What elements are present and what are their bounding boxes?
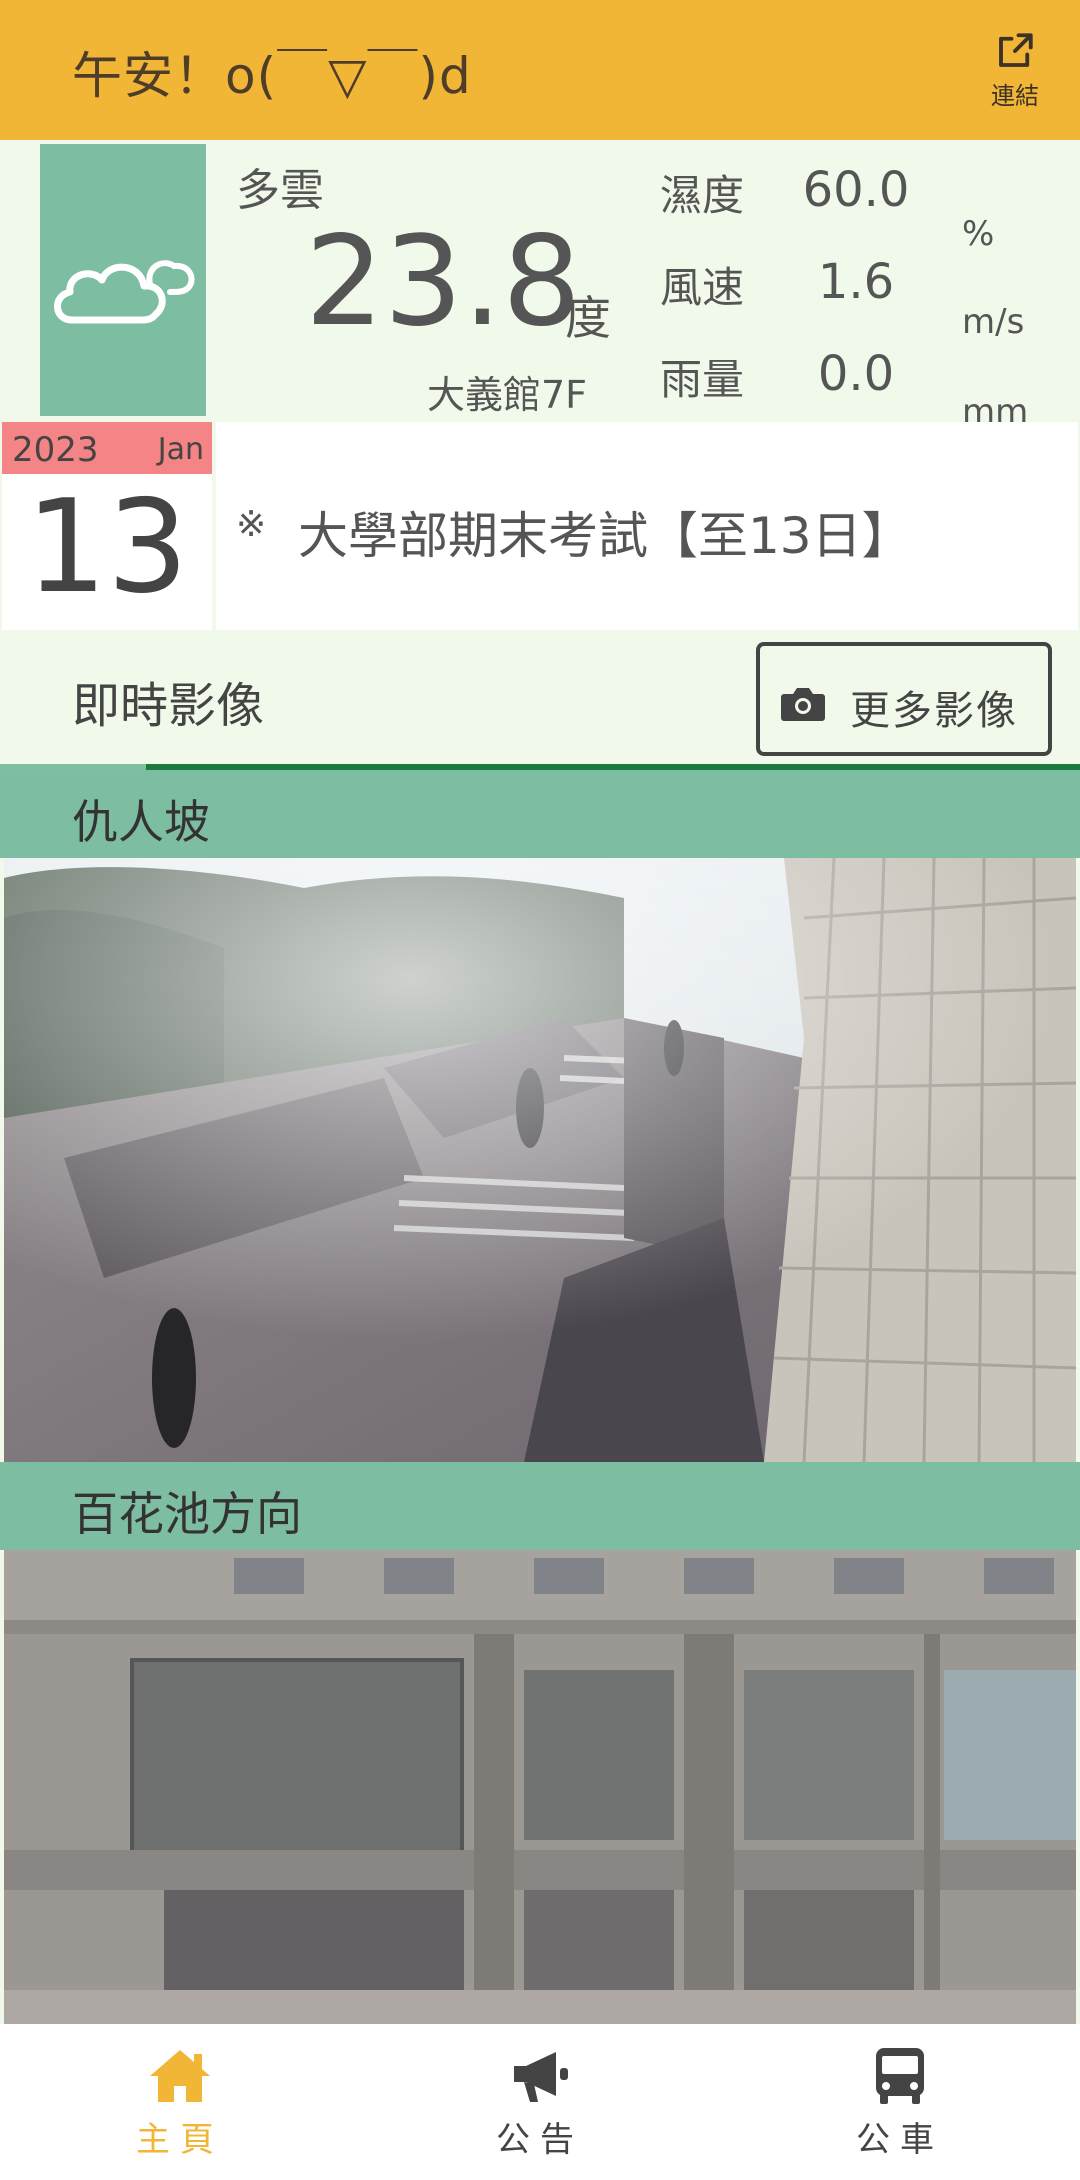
rain-label: 雨量 [660, 355, 745, 404]
campus-slope-photo [4, 858, 1076, 1462]
station-name: 大義館7F [427, 373, 588, 417]
camera-image-1[interactable] [4, 858, 1076, 1462]
date-strip: 2023 Jan [2, 422, 212, 474]
external-link-label: 連結 [991, 82, 1039, 110]
nav-home[interactable]: 主頁 [80, 2046, 280, 2161]
humidity-unit: % [962, 214, 995, 254]
notice-mark: ※ [236, 504, 267, 545]
home-icon [150, 2050, 210, 2102]
wind-row: 風速 1.6 m/s [660, 254, 1060, 342]
camera-image-2[interactable] [4, 1550, 1076, 2024]
more-images-label: 更多影像 [850, 688, 1018, 734]
rain-row: 雨量 0.0 mm [660, 346, 1060, 432]
bottom-navigation: 主頁 公告 公車 [0, 2024, 1080, 2180]
greeting-text: 午安！o(￣▽￣)d [72, 47, 472, 105]
app-header: 午安！o(￣▽￣)d 連結 [0, 0, 1080, 140]
notice-card[interactable]: ※ 大學部期末考試【至13日】 [216, 422, 1078, 630]
date-day: 13 [25, 473, 189, 622]
nav-bus[interactable]: 公車 [800, 2046, 1000, 2161]
cloud-icon [54, 260, 195, 324]
humidity-value: 60.0 [802, 162, 910, 218]
date-month: Jan [157, 432, 204, 467]
external-link-icon [999, 33, 1033, 67]
rain-value: 0.0 [817, 346, 895, 402]
humidity-label: 濕度 [660, 171, 745, 220]
live-images-title: 即時影像 [72, 678, 265, 734]
nav-announcements[interactable]: 公告 [440, 2046, 640, 2161]
temperature-value: 23.8 [305, 210, 582, 354]
bus-icon [876, 2048, 924, 2104]
app-root: 午安！o(￣▽￣)d 連結 多雲 23.8 度 大義館7F 濕度 60.0 % … [0, 0, 1080, 2180]
wind-value: 1.6 [817, 254, 895, 310]
date-card: 2023 Jan 13 [2, 422, 212, 630]
nav-bus-label: 公車 [856, 2120, 944, 2160]
megaphone-icon [514, 2052, 568, 2102]
humidity-row: 濕度 60.0 % [660, 162, 1060, 254]
more-images-button[interactable]: 更多影像 [756, 642, 1052, 756]
weather-condition: 多雲 [236, 165, 324, 216]
camera-title-bar-2: 百花池方向 [0, 1462, 1080, 1550]
wind-label: 風速 [660, 263, 745, 312]
live-images-header: 即時影像 更多影像 [0, 630, 1080, 764]
camera-title: 百花池方向 [72, 1487, 302, 1541]
building-entrance-photo [4, 1550, 1076, 2024]
temperature-unit: 度 [565, 291, 611, 345]
notice-text: 大學部期末考試【至13日】 [298, 507, 912, 565]
external-link-button[interactable]: 連結 [980, 30, 1050, 115]
date-year: 2023 [12, 430, 99, 470]
weather-icon-box [40, 144, 206, 416]
nav-announcements-label: 公告 [496, 2120, 584, 2160]
camera-title-bar-1: 仇人坡 [0, 770, 1080, 858]
camera-title: 仇人坡 [72, 795, 210, 849]
camera-icon [781, 688, 825, 721]
nav-home-label: 主頁 [136, 2120, 224, 2160]
weather-panel: 多雲 23.8 度 大義館7F 濕度 60.0 % 風速 1.6 m/s 雨量 … [0, 140, 1080, 432]
wind-unit: m/s [962, 302, 1025, 342]
